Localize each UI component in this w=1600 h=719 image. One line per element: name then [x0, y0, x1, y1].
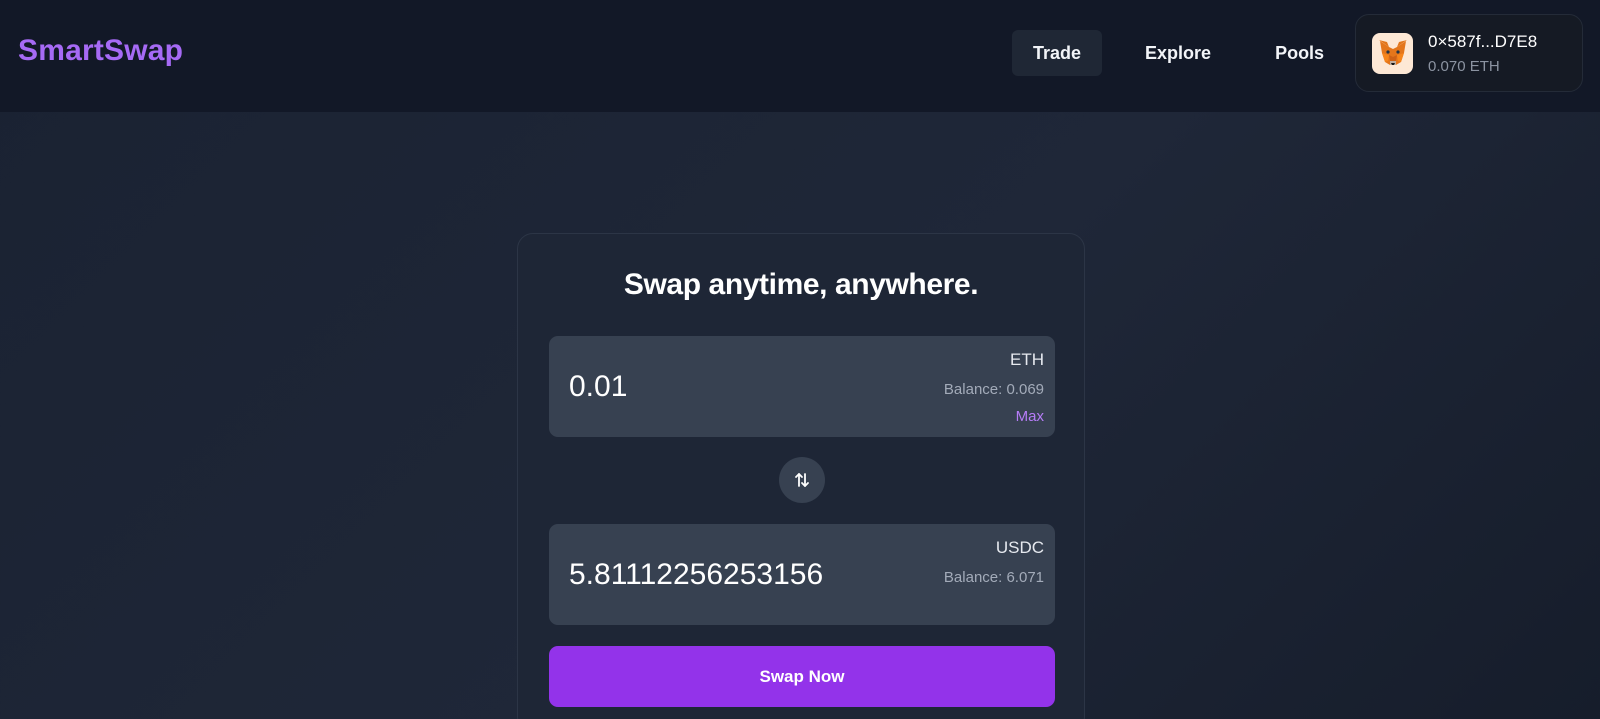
swap-direction-button[interactable] [779, 457, 825, 503]
from-amount-input[interactable] [569, 336, 829, 437]
from-token-symbol[interactable]: ETH [1010, 350, 1044, 370]
from-token-meta: ETH Balance: 0.069 Max [944, 350, 1044, 425]
nav-trade[interactable]: Trade [1012, 30, 1103, 76]
swap-arrows-icon [795, 473, 809, 487]
swap-now-button[interactable]: Swap Now [549, 646, 1055, 707]
from-token-balance: Balance: 0.069 [943, 381, 1044, 398]
nav-pools[interactable]: Pools [1254, 30, 1345, 76]
wallet-button[interactable]: 0×587f...D7E8 0.070 ETH [1355, 14, 1583, 92]
to-token-meta: USDC Balance: 6.071 [944, 538, 1044, 586]
to-token-box: USDC Balance: 6.071 [549, 524, 1055, 625]
wallet-info: 0×587f...D7E8 0.070 ETH [1428, 32, 1537, 75]
from-token-box: ETH Balance: 0.069 Max [549, 336, 1055, 437]
to-amount-input[interactable] [569, 524, 829, 625]
max-button[interactable]: Max [1016, 408, 1044, 425]
wallet-balance: 0.070 ETH [1428, 57, 1500, 75]
top-navbar: SmartSwap Trade Explore Pools 0×587f...D… [0, 0, 1600, 112]
metamask-fox-icon [1372, 32, 1413, 74]
to-token-balance: Balance: 6.071 [943, 569, 1044, 586]
main-nav: Trade Explore Pools [1012, 30, 1345, 76]
swap-card: Swap anytime, anywhere. ETH Balance: 0.0… [517, 233, 1085, 719]
wallet-address: 0×587f...D7E8 [1428, 31, 1538, 51]
swap-title: Swap anytime, anywhere. [623, 268, 979, 301]
app-logo[interactable]: SmartSwap [18, 34, 183, 68]
to-token-symbol[interactable]: USDC [996, 538, 1044, 558]
nav-explore[interactable]: Explore [1124, 30, 1232, 76]
